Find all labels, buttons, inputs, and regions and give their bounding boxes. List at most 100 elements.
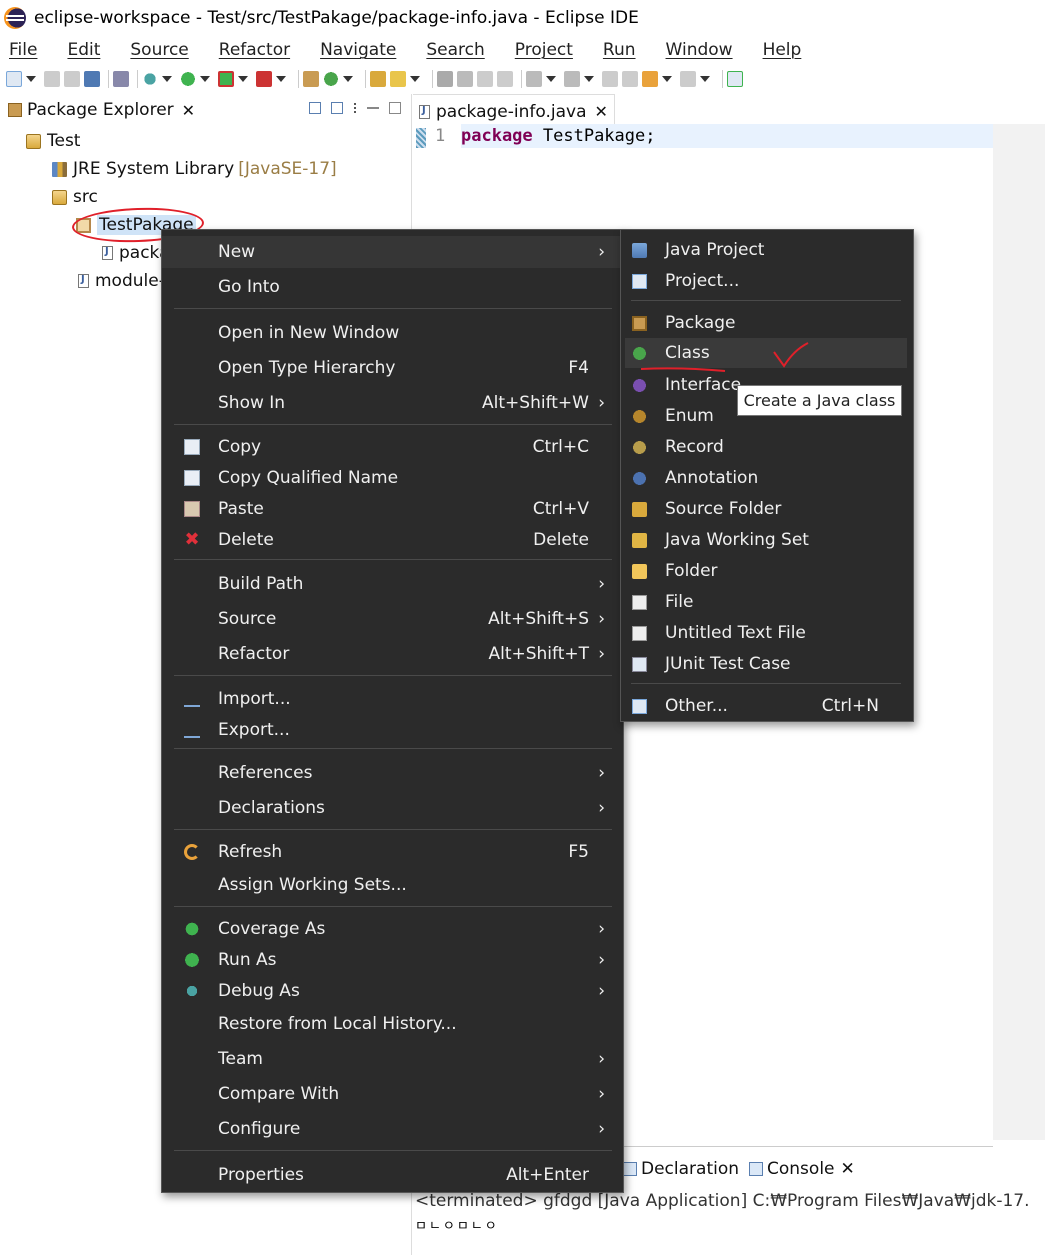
back-to-icon[interactable] bbox=[622, 71, 638, 87]
back-dropdown-icon[interactable] bbox=[662, 76, 672, 82]
tree-item-module-info[interactable]: module- bbox=[78, 271, 165, 291]
menu-item-copy-qualified-name[interactable]: Copy Qualified Name bbox=[162, 462, 625, 494]
submenu-item-folder[interactable]: Folder bbox=[621, 556, 915, 586]
terminal-icon[interactable] bbox=[84, 71, 100, 87]
debug-icon[interactable] bbox=[142, 71, 158, 87]
tree-item-jre[interactable]: JRE System Library [JavaSE-17] bbox=[52, 159, 337, 179]
tab-declaration[interactable]: Declaration bbox=[623, 1159, 739, 1179]
menu-item-copy[interactable]: Copy Ctrl+C bbox=[162, 431, 625, 463]
menu-item-go-into[interactable]: Go Into bbox=[162, 271, 625, 303]
menu-item-build-path[interactable]: Build Path › bbox=[162, 568, 625, 600]
menu-item-export[interactable]: Export... bbox=[162, 714, 625, 746]
menu-file[interactable]: File bbox=[9, 40, 37, 60]
menu-item-refactor[interactable]: Refactor Alt+Shift+T › bbox=[162, 638, 625, 670]
tree-item-src[interactable]: src bbox=[52, 187, 98, 207]
submenu-item-project[interactable]: Project... bbox=[621, 266, 915, 296]
submenu-item-junit-test-case[interactable]: JUnit Test Case bbox=[621, 649, 915, 679]
open-type-icon[interactable] bbox=[370, 71, 386, 87]
new-class-dropdown-icon[interactable] bbox=[343, 76, 353, 82]
new-dropdown-icon[interactable] bbox=[26, 76, 36, 82]
close-icon[interactable]: ✕ bbox=[182, 101, 195, 120]
menu-item-declarations[interactable]: Declarations › bbox=[162, 792, 625, 824]
menu-item-run-as[interactable]: Run As › bbox=[162, 944, 625, 976]
menu-item-compare-with[interactable]: Compare With › bbox=[162, 1078, 625, 1110]
coverage-dropdown-icon[interactable] bbox=[238, 76, 248, 82]
menu-item-coverage-as[interactable]: Coverage As › bbox=[162, 913, 625, 945]
maximize-icon[interactable] bbox=[389, 102, 401, 114]
run-dropdown-icon[interactable] bbox=[200, 76, 210, 82]
collapse-all-icon[interactable] bbox=[309, 102, 321, 114]
menu-item-import[interactable]: Import... bbox=[162, 683, 625, 715]
minimize-icon[interactable] bbox=[367, 107, 379, 109]
search-dropdown-icon[interactable] bbox=[410, 76, 420, 82]
close-icon[interactable]: ✕ bbox=[841, 1159, 855, 1179]
previous-annotation-icon[interactable] bbox=[564, 71, 580, 87]
menu-item-team[interactable]: Team › bbox=[162, 1043, 625, 1075]
menu-item-debug-as[interactable]: Debug As › bbox=[162, 975, 625, 1007]
submenu-item-java-working-set[interactable]: Java Working Set bbox=[621, 525, 915, 555]
search-icon[interactable] bbox=[390, 71, 406, 87]
menu-edit[interactable]: Edit bbox=[67, 40, 100, 60]
menu-help[interactable]: Help bbox=[763, 40, 802, 60]
menu-item-references[interactable]: References › bbox=[162, 757, 625, 789]
show-whitespace-icon[interactable] bbox=[497, 71, 513, 87]
submenu-item-class[interactable]: Class bbox=[625, 338, 907, 368]
tab-package-explorer[interactable]: Package Explorer ✕ bbox=[0, 94, 204, 128]
menu-source[interactable]: Source bbox=[130, 40, 188, 60]
skip-breakpoints-icon[interactable] bbox=[113, 71, 129, 87]
next-annotation-icon[interactable] bbox=[526, 71, 542, 87]
forward-icon[interactable] bbox=[680, 71, 696, 87]
menu-refactor[interactable]: Refactor bbox=[219, 40, 290, 60]
menu-item-open-new-window[interactable]: Open in New Window bbox=[162, 317, 625, 349]
menu-project[interactable]: Project bbox=[515, 40, 573, 60]
new-java-class-icon[interactable] bbox=[323, 71, 339, 87]
menu-item-delete[interactable]: ✖ Delete Delete bbox=[162, 524, 625, 556]
open-perspective-icon[interactable] bbox=[727, 71, 743, 87]
menu-search[interactable]: Search bbox=[426, 40, 484, 60]
submenu-item-untitled-text-file[interactable]: Untitled Text File bbox=[621, 618, 915, 648]
menu-item-source[interactable]: Source Alt+Shift+S › bbox=[162, 603, 625, 635]
coverage-icon[interactable] bbox=[218, 71, 234, 87]
submenu-item-java-project[interactable]: Java Project bbox=[621, 235, 915, 265]
submenu-item-record[interactable]: Record bbox=[621, 432, 915, 462]
close-icon[interactable]: ✕ bbox=[595, 102, 608, 121]
submenu-item-source-folder[interactable]: Source Folder bbox=[621, 494, 915, 524]
toggle-mark-occurrences-icon[interactable] bbox=[437, 71, 453, 87]
back-icon[interactable] bbox=[642, 71, 658, 87]
next-annotation-dropdown-icon[interactable] bbox=[546, 76, 556, 82]
external-tools-icon[interactable] bbox=[256, 71, 272, 87]
tab-package-info[interactable]: package-info.java ✕ bbox=[413, 94, 615, 128]
tree-item-package-info[interactable]: packa bbox=[102, 243, 170, 263]
link-with-editor-icon[interactable] bbox=[331, 102, 343, 114]
menu-item-show-in[interactable]: Show In Alt+Shift+W › bbox=[162, 387, 625, 419]
new-wizard-icon[interactable] bbox=[6, 71, 22, 87]
submenu-item-package[interactable]: Package bbox=[621, 308, 915, 338]
menu-item-assign-working-sets[interactable]: Assign Working Sets... bbox=[162, 869, 625, 901]
menu-item-refresh[interactable]: Refresh F5 bbox=[162, 836, 625, 868]
menu-item-restore-history[interactable]: Restore from Local History... bbox=[162, 1008, 625, 1040]
tab-console[interactable]: Console ✕ bbox=[749, 1159, 855, 1179]
code-line[interactable]: package TestPakage; bbox=[461, 124, 993, 148]
previous-annotation-dropdown-icon[interactable] bbox=[584, 76, 594, 82]
submenu-item-other[interactable]: Other... Ctrl+N bbox=[621, 691, 915, 721]
menu-item-properties[interactable]: Properties Alt+Enter bbox=[162, 1159, 625, 1191]
menu-item-paste[interactable]: Paste Ctrl+V bbox=[162, 493, 625, 525]
menu-item-new[interactable]: New › bbox=[162, 236, 625, 268]
new-java-package-icon[interactable] bbox=[303, 71, 319, 87]
menu-run[interactable]: Run bbox=[603, 40, 636, 60]
forward-dropdown-icon[interactable] bbox=[700, 76, 710, 82]
tree-item-project[interactable]: Test bbox=[26, 131, 80, 151]
submenu-item-file[interactable]: File bbox=[621, 587, 915, 617]
save-all-icon[interactable] bbox=[64, 71, 80, 87]
menu-item-open-type-hierarchy[interactable]: Open Type Hierarchy F4 bbox=[162, 352, 625, 384]
last-edit-location-icon[interactable] bbox=[602, 71, 618, 87]
view-menu-icon[interactable] bbox=[353, 102, 357, 114]
menu-window[interactable]: Window bbox=[666, 40, 733, 60]
run-icon[interactable] bbox=[180, 71, 196, 87]
toggle-breadcrumb-icon[interactable] bbox=[457, 71, 473, 87]
menu-navigate[interactable]: Navigate bbox=[320, 40, 396, 60]
menu-item-configure[interactable]: Configure › bbox=[162, 1113, 625, 1145]
debug-dropdown-icon[interactable] bbox=[162, 76, 172, 82]
submenu-item-annotation[interactable]: Annotation bbox=[621, 463, 915, 493]
block-selection-icon[interactable] bbox=[477, 71, 493, 87]
